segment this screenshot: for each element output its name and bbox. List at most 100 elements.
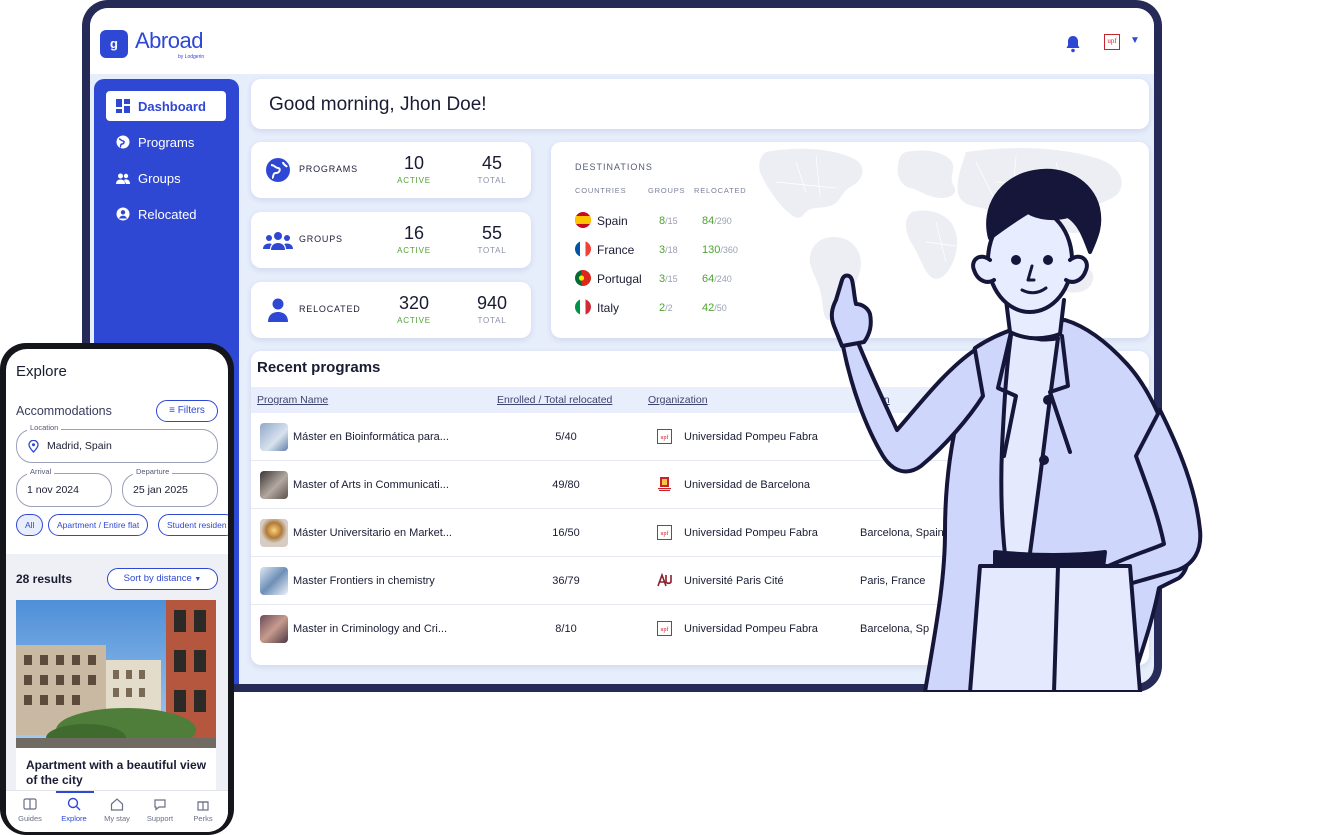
program-enrolled: 36/79: [552, 575, 580, 587]
sidebar-item-dashboard[interactable]: Dashboard: [106, 91, 226, 121]
program-organization: Universidad de Barcelona: [684, 479, 810, 491]
sidebar-item-groups[interactable]: Groups: [106, 163, 226, 193]
chat-icon: [154, 799, 166, 811]
filters-button[interactable]: ≡ Filters: [156, 400, 218, 422]
stat-active-value: 10: [403, 153, 425, 173]
greeting-card: Good morning, Jhon Doe!: [251, 79, 1149, 129]
person-icon: [116, 207, 130, 221]
listing-photo: [16, 600, 216, 748]
departure-field[interactable]: Departure 25 jan 2025: [122, 467, 218, 507]
dashboard-icon: [116, 99, 130, 113]
tab-guides[interactable]: Guides: [8, 797, 52, 823]
chip-student-residence[interactable]: Student residen: [158, 514, 228, 536]
phone-screen: Explore Accommodations ≡ Filters Locatio…: [6, 349, 228, 832]
globe-icon: [116, 135, 130, 149]
groups-value: 3/15: [659, 273, 678, 285]
arrival-value: 1 nov 2024: [27, 484, 79, 496]
sidebar-item-label: Programs: [138, 134, 195, 150]
program-organization: Universidad Pompeu Fabra: [684, 431, 818, 443]
upc-logo-icon: [657, 573, 672, 587]
caret-down-icon: ▼: [194, 576, 202, 583]
stat-total-value: 55: [481, 223, 503, 243]
tab-support[interactable]: Support: [138, 797, 182, 823]
program-enrolled: 49/80: [552, 479, 580, 491]
map-pin-icon: [28, 440, 39, 453]
ub-logo-icon: [658, 477, 671, 491]
location-field[interactable]: Location Madrid, Spain: [16, 423, 218, 463]
upf-logo-icon: upf: [657, 525, 672, 540]
stat-active-value: 16: [403, 223, 425, 243]
groups-value: 2/2: [659, 302, 673, 314]
program-thumbnail: [260, 423, 288, 451]
explore-icon: [67, 797, 81, 811]
relocated-value: 64/240: [702, 273, 732, 285]
sort-label: Sort by distance: [123, 573, 192, 584]
stat-total-label: TOTAL: [477, 246, 507, 255]
program-name: Master in Criminology and Cri...: [293, 623, 448, 635]
relocated-value: 42/50: [702, 302, 727, 314]
sidebar-item-programs[interactable]: Programs: [106, 127, 226, 157]
stat-label: RELOCATED: [299, 304, 361, 314]
program-organization: Universidad Pompeu Fabra: [684, 623, 818, 635]
destination-row[interactable]: Portugal 3/15 64/240: [575, 268, 775, 288]
stat-total-value: 940: [476, 293, 508, 313]
app-name: Abroad: [135, 28, 203, 53]
program-name: Máster Universitario en Market...: [293, 527, 452, 539]
stat-card-relocated[interactable]: RELOCATED 320 ACTIVE 940 TOTAL: [251, 282, 531, 338]
program-name: Master of Arts in Communicati...: [293, 479, 449, 491]
groups-header: GROUPS: [648, 186, 686, 195]
marketing-composition: g Abroad by Lodgerin upf ▼ Dashboard Pro…: [0, 0, 1334, 835]
col-organization[interactable]: Organization: [648, 394, 708, 406]
top-bar: g Abroad by Lodgerin upf ▼: [90, 8, 1154, 74]
greeting-text: Good morning, Jhon Doe!: [269, 94, 487, 115]
relocated-value: 84/290: [702, 215, 732, 227]
listing-card[interactable]: Apartment with a beautiful view of the c…: [16, 600, 216, 800]
sidebar-item-relocated[interactable]: Relocated: [106, 199, 226, 229]
recent-programs-title: Recent programs: [257, 359, 381, 376]
tab-my-stay[interactable]: My stay: [95, 797, 139, 823]
country-name: Italy: [597, 301, 620, 315]
chip-all[interactable]: All: [16, 514, 44, 536]
col-enrolled[interactable]: Enrolled / Total relocated: [497, 394, 612, 406]
bell-icon[interactable]: [1063, 34, 1083, 54]
country-name: Spain: [597, 214, 628, 228]
bottom-tab-bar: Guides Explore My stay Support Perks: [6, 790, 228, 832]
destination-row[interactable]: Spain 8/15 84/290: [575, 210, 775, 230]
col-program-name[interactable]: Program Name: [257, 394, 328, 406]
org-avatar[interactable]: upf: [1104, 34, 1120, 50]
home-icon: [110, 798, 124, 811]
program-name: Master Frontiers in chemistry: [293, 575, 435, 587]
italy-flag-icon: [575, 299, 591, 315]
arrival-field[interactable]: Arrival 1 nov 2024: [16, 467, 112, 507]
svg-text:upf: upf: [661, 530, 669, 537]
chip-apartment[interactable]: Apartment / Entire flat: [48, 514, 149, 536]
destination-row[interactable]: Italy 2/2 42/50: [575, 297, 775, 317]
location-value: Madrid, Spain: [47, 440, 112, 452]
location-label: Location: [27, 423, 62, 432]
stat-total-label: TOTAL: [477, 316, 507, 325]
cartoon-man-illustration: [829, 168, 1203, 692]
portugal-flag-icon: [575, 270, 591, 286]
program-thumbnail: [260, 615, 288, 643]
sort-dropdown[interactable]: Sort by distance ▼: [107, 568, 218, 590]
program-organization: Université Paris Cité: [684, 575, 784, 587]
stat-card-groups[interactable]: GROUPS 16 ACTIVE 55 TOTAL: [251, 212, 531, 268]
program-thumbnail: [260, 519, 288, 547]
globe-icon: [266, 158, 290, 182]
tab-perks[interactable]: Perks: [181, 797, 225, 823]
destination-row[interactable]: France 3/18 130/360: [575, 239, 775, 259]
program-name: Máster en Bioinformática para...: [293, 431, 449, 443]
chevron-down-icon[interactable]: ▼: [1130, 35, 1140, 46]
sidebar-item-label: Groups: [138, 170, 181, 186]
program-thumbnail: [260, 471, 288, 499]
groups-value: 8/15: [659, 215, 678, 227]
person-icon: [268, 298, 288, 322]
svg-text:upf: upf: [661, 434, 669, 441]
tab-explore[interactable]: Explore: [52, 797, 96, 823]
stat-active-label: ACTIVE: [397, 316, 431, 325]
app-logo-icon[interactable]: g: [100, 30, 128, 58]
arrival-label: Arrival: [27, 467, 55, 476]
departure-label: Departure: [133, 467, 173, 476]
stat-card-programs[interactable]: PROGRAMS 10 ACTIVE 45 TOTAL: [251, 142, 531, 198]
stat-total-value: 45: [481, 153, 503, 173]
